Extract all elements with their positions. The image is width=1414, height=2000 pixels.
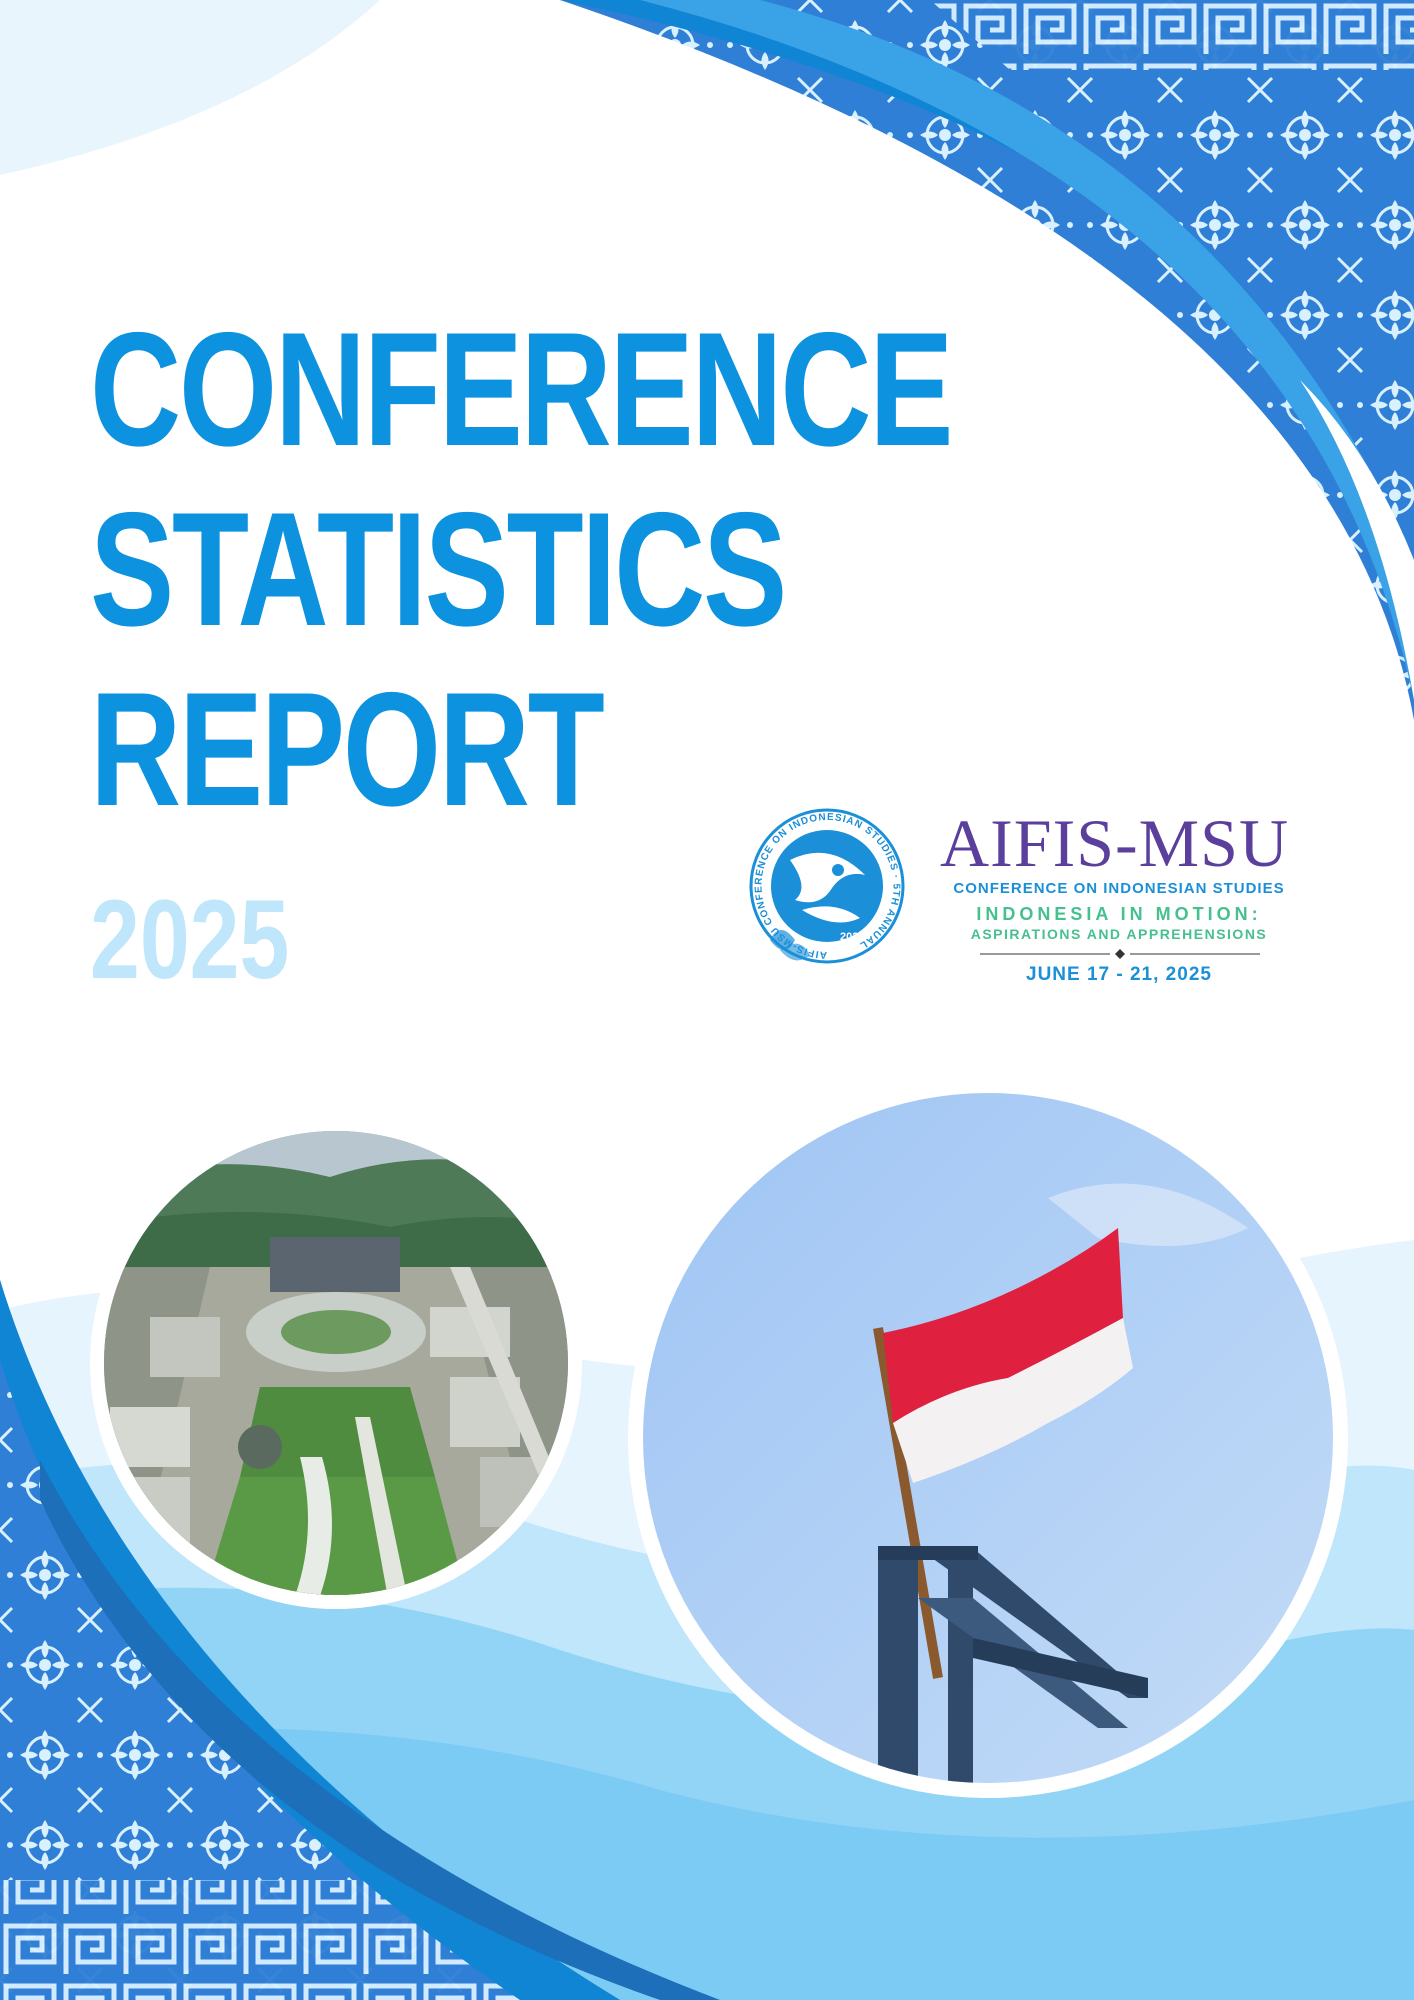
aerial-city-photo bbox=[90, 1117, 582, 1609]
indonesian-flag-photo bbox=[628, 1078, 1348, 1798]
conference-logo: AIFIS-MSU CONFERENCE ON INDONESIAN STUDI… bbox=[740, 800, 1300, 990]
diamond-divider bbox=[980, 949, 1260, 959]
title-line-2: STATISTICS bbox=[90, 479, 787, 660]
brand-name: AIFIS-MSU bbox=[940, 805, 1290, 881]
conference-theme-subtitle: ASPIRATIONS AND APPREHENSIONS bbox=[970, 926, 1268, 942]
title-line-1: CONFERENCE bbox=[90, 299, 954, 480]
emblem-year: 2025 bbox=[840, 931, 864, 943]
conference-dates: JUNE 17 - 21, 2025 bbox=[1026, 964, 1212, 985]
emblem-icon: AIFIS-MSU CONFERENCE ON INDONESIAN STUDI… bbox=[749, 808, 905, 964]
report-year: 2025 bbox=[90, 877, 290, 1002]
conference-theme: INDONESIA IN MOTION: bbox=[976, 904, 1262, 924]
conference-subtitle: CONFERENCE ON INDONESIAN STUDIES bbox=[953, 880, 1285, 897]
report-title: CONFERENCE STATISTICS REPORT bbox=[90, 300, 1194, 840]
